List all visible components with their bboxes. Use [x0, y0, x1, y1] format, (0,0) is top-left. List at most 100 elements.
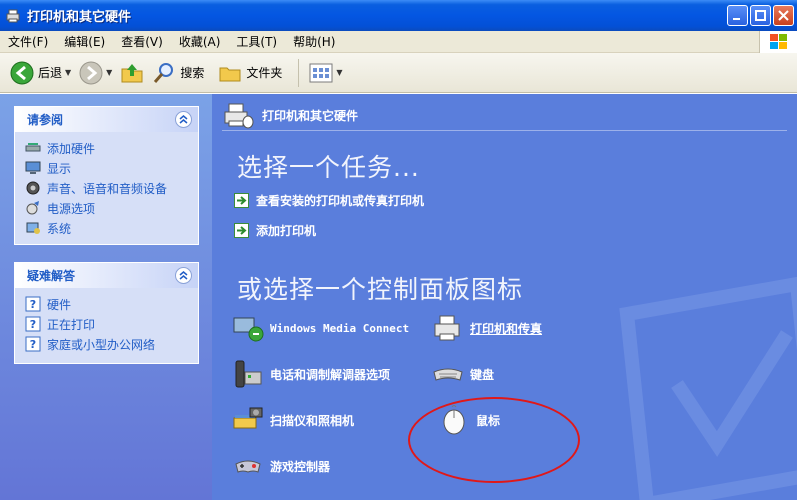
troubleshoot-label: 硬件 — [47, 297, 72, 312]
close-icon — [778, 10, 789, 21]
see-also-title: 请参阅 — [27, 113, 64, 127]
see-also-label: 添加硬件 — [47, 141, 96, 156]
search-label: 搜索 — [180, 66, 205, 80]
cp-mouse[interactable]: 鼠标 — [438, 404, 500, 436]
see-also-panel: 请参阅 添加硬件 显示 声音、语音和音频设备 电源选项 系统 — [14, 106, 199, 245]
help-question-icon: ? — [25, 316, 41, 332]
see-also-label: 电源选项 — [47, 201, 96, 216]
printer-icon — [6, 9, 20, 22]
up-folder-icon — [121, 63, 143, 82]
troubleshoot-label: 家庭或小型办公网络 — [47, 337, 156, 352]
phone-modem-icon — [232, 358, 264, 390]
troubleshoot-printing[interactable]: ? 正在打印 — [25, 314, 190, 334]
help-question-icon: ? — [25, 296, 41, 312]
views-dropdown-icon[interactable]: ▼ — [336, 68, 342, 77]
windows-logo-icon — [759, 31, 797, 53]
mouse-icon — [438, 404, 470, 436]
minimize-icon — [733, 18, 740, 20]
troubleshoot-label: 正在打印 — [47, 317, 96, 332]
cp-label: 扫描仪和照相机 — [270, 413, 355, 428]
window-title: 打印机和其它硬件 — [27, 10, 132, 25]
troubleshoot-title: 疑难解答 — [27, 269, 76, 283]
troubleshoot-header[interactable]: 疑难解答 — [15, 263, 198, 288]
cp-label: 游戏控制器 — [270, 459, 331, 474]
speaker-icon — [25, 180, 41, 196]
forward-arrow-icon — [79, 61, 103, 84]
svg-text:?: ? — [30, 298, 36, 311]
see-also-power[interactable]: 电源选项 — [25, 198, 190, 218]
cp-printers-faxes[interactable]: 打印机和传真 — [432, 312, 542, 344]
game-controller-icon — [232, 450, 264, 482]
task-label: 查看安装的打印机或传真打印机 — [256, 194, 425, 208]
keyboard-icon — [432, 358, 464, 390]
views-button[interactable]: ▼ — [305, 56, 346, 90]
category-header: 打印机和其它硬件 — [222, 100, 358, 130]
search-icon — [154, 62, 174, 83]
collapse-chevron-icon[interactable] — [175, 111, 192, 128]
green-arrow-icon — [234, 223, 249, 238]
see-also-display[interactable]: 显示 — [25, 158, 190, 178]
menu-help[interactable]: 帮助(H) — [285, 33, 343, 50]
cp-label: 键盘 — [470, 367, 495, 382]
add-hardware-icon — [25, 140, 41, 156]
cp-game-controllers[interactable]: 游戏控制器 — [232, 450, 330, 482]
forward-dropdown-icon[interactable]: ▼ — [106, 68, 112, 77]
folder-icon — [219, 67, 241, 81]
cp-label: 电话和调制解调器选项 — [270, 367, 391, 382]
maximize-icon — [755, 10, 766, 21]
see-also-label: 声音、语音和音频设备 — [47, 181, 168, 196]
troubleshoot-panel: 疑难解答 ? 硬件 ? 正在打印 ? 家庭或小型办公网络 — [14, 262, 199, 364]
green-arrow-icon — [234, 193, 249, 208]
folders-label: 文件夹 — [246, 66, 283, 80]
troubleshoot-hardware[interactable]: ? 硬件 — [25, 294, 190, 314]
cp-windows-media-connect[interactable]: Windows Media Connect — [232, 312, 409, 344]
menu-tools[interactable]: 工具(T) — [228, 33, 285, 50]
media-connect-icon — [232, 312, 264, 344]
see-also-header[interactable]: 请参阅 — [15, 107, 198, 132]
printer-hardware-icon — [224, 103, 254, 129]
cp-label: Windows Media Connect — [270, 321, 410, 335]
help-question-icon: ? — [25, 336, 41, 352]
troubleshoot-network[interactable]: ? 家庭或小型办公网络 — [25, 334, 190, 354]
close-button[interactable] — [773, 5, 794, 26]
maximize-button[interactable] — [750, 5, 771, 26]
display-icon — [25, 160, 41, 176]
title-bar: 打印机和其它硬件 — [0, 0, 797, 31]
folders-button[interactable]: 文件夹 — [214, 56, 286, 90]
see-also-label: 系统 — [47, 221, 72, 236]
back-arrow-icon — [10, 61, 34, 84]
menu-favorites[interactable]: 收藏(A) — [171, 33, 229, 50]
back-label: 后退 — [38, 66, 63, 80]
task-view-printers[interactable]: 查看安装的打印机或传真打印机 — [234, 192, 424, 209]
see-also-label: 显示 — [47, 161, 72, 176]
back-dropdown-icon[interactable]: ▼ — [65, 68, 71, 77]
left-task-pane: 请参阅 添加硬件 显示 声音、语音和音频设备 电源选项 系统 疑难解答 ? 硬件… — [0, 94, 212, 500]
up-folder-button[interactable] — [116, 56, 148, 90]
cp-label: 鼠标 — [476, 413, 501, 428]
power-icon — [25, 200, 41, 216]
printer-fax-icon — [432, 312, 464, 344]
task-add-printer[interactable]: 添加打印机 — [234, 222, 316, 239]
main-content-pane: 打印机和其它硬件 选择一个任务... 查看安装的打印机或传真打印机 添加打印机 … — [212, 94, 797, 500]
menu-file[interactable]: 文件(F) — [0, 33, 56, 50]
see-also-system[interactable]: 系统 — [25, 218, 190, 238]
cp-phone-modem[interactable]: 电话和调制解调器选项 — [232, 358, 390, 390]
background-watermark-icon — [619, 276, 797, 500]
see-also-sound[interactable]: 声音、语音和音频设备 — [25, 178, 190, 198]
collapse-chevron-icon[interactable] — [175, 267, 192, 284]
minimize-button[interactable] — [727, 5, 748, 26]
cp-scanners-cameras[interactable]: 扫描仪和照相机 — [232, 404, 354, 436]
forward-button[interactable]: ▼ — [75, 56, 116, 90]
menu-view[interactable]: 查看(V) — [113, 33, 171, 50]
toolbar: 后退 ▼ ▼ 搜索 文件夹 ▼ — [0, 53, 797, 93]
cp-keyboard[interactable]: 键盘 — [432, 358, 494, 390]
see-also-add-hardware[interactable]: 添加硬件 — [25, 138, 190, 158]
search-button[interactable]: 搜索 — [148, 56, 208, 90]
header-divider — [222, 130, 787, 131]
svg-text:?: ? — [30, 318, 36, 331]
back-button[interactable]: 后退 ▼ — [6, 56, 75, 90]
menu-edit[interactable]: 编辑(E) — [56, 33, 113, 50]
task-label: 添加打印机 — [256, 224, 317, 238]
menu-bar: 文件(F) 编辑(E) 查看(V) 收藏(A) 工具(T) 帮助(H) — [0, 31, 797, 53]
icon-heading: 或选择一个控制面板图标 — [237, 275, 524, 304]
